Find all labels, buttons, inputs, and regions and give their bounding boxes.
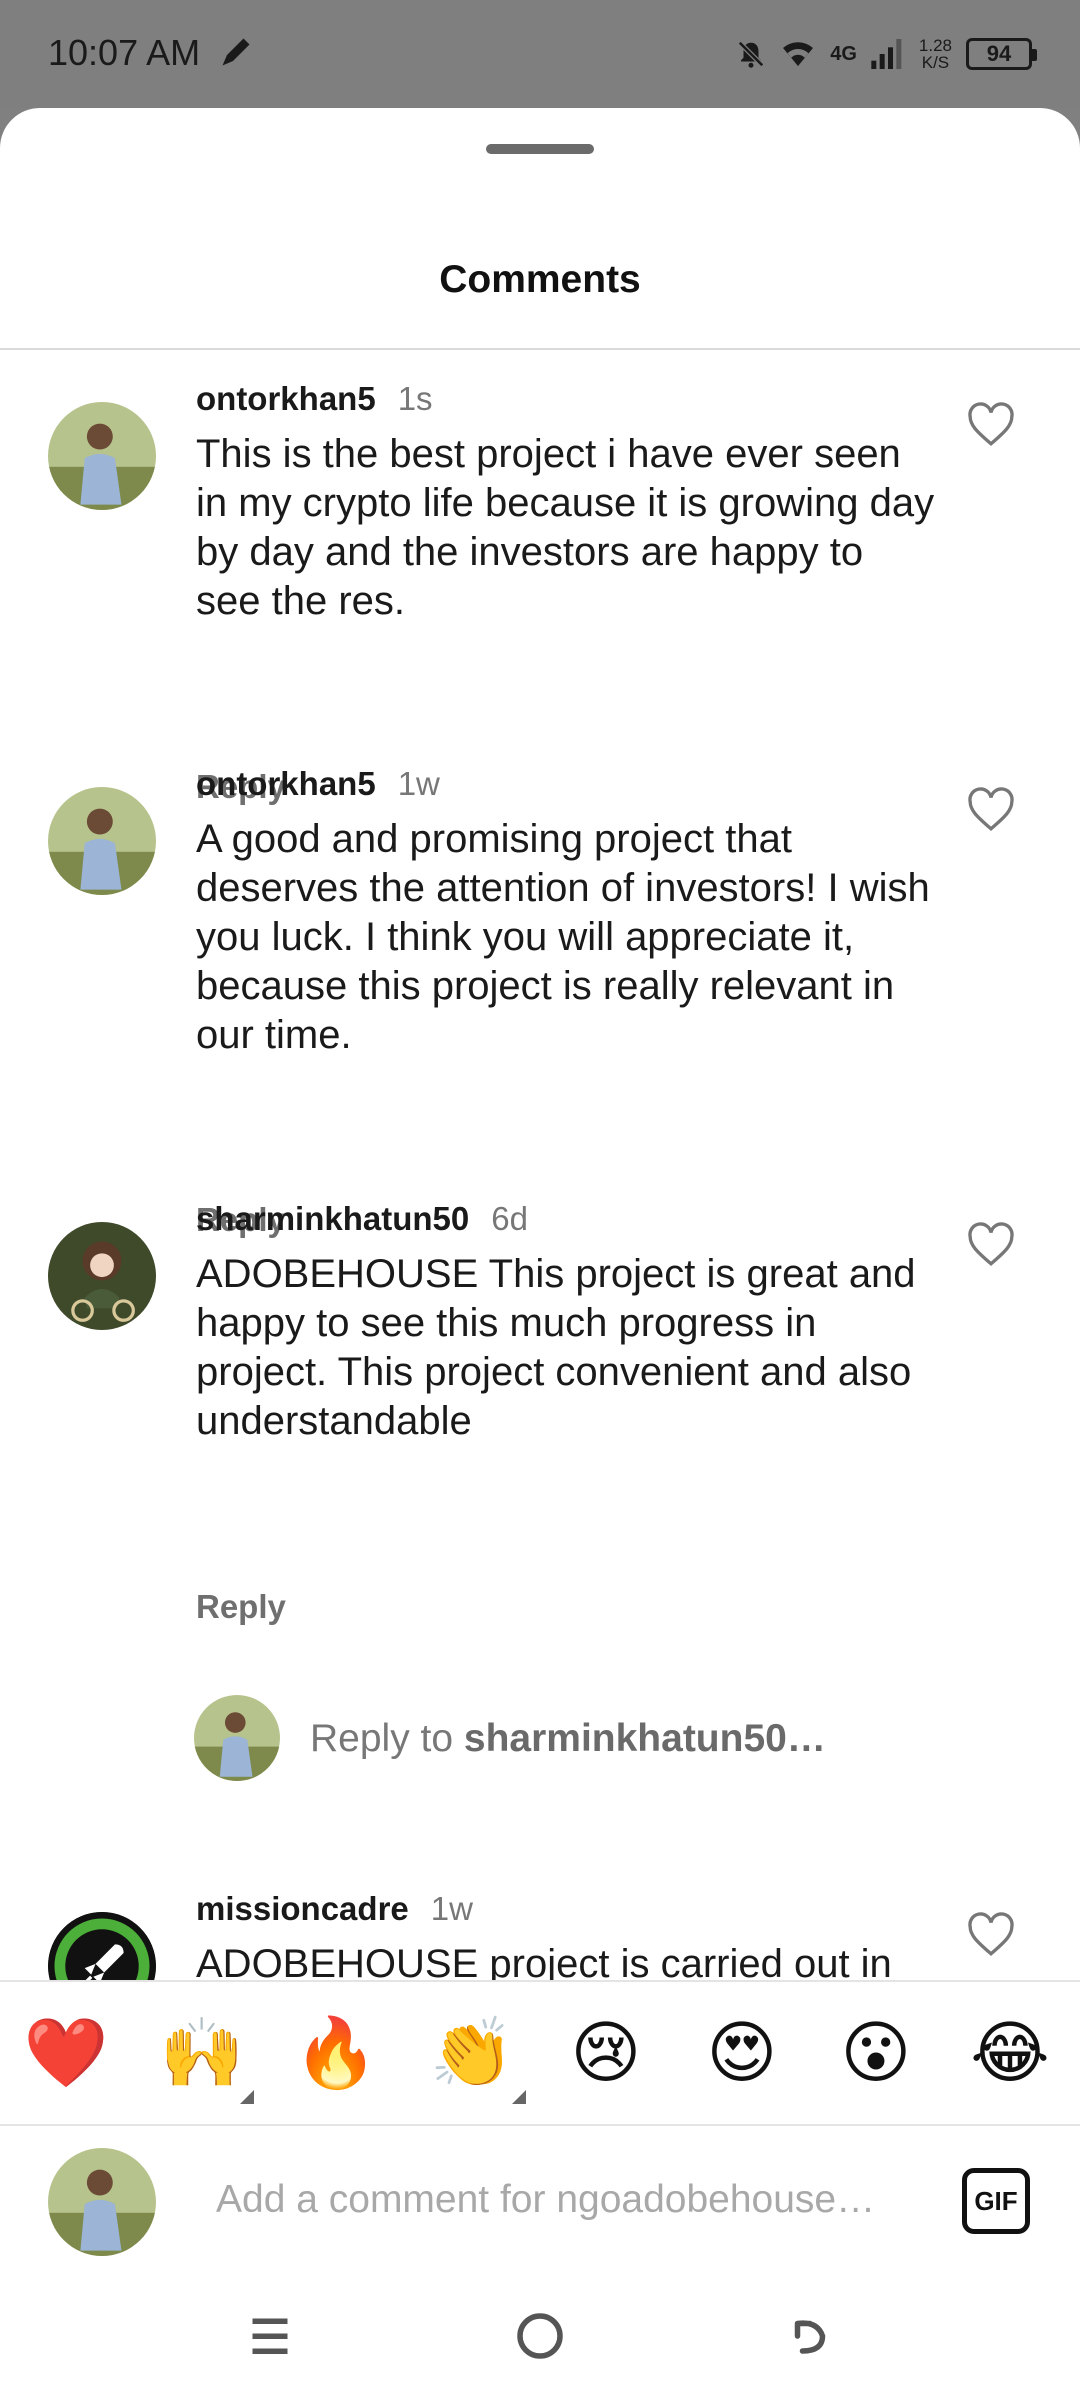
battery-level: 94 — [986, 41, 1012, 66]
emoji-surprised[interactable]: 😮 — [832, 2010, 920, 2098]
emoji-fire[interactable]: 🔥 — [292, 2010, 380, 2098]
avatar[interactable] — [48, 1222, 156, 1330]
avatar — [194, 1695, 280, 1781]
status-bar: 10:07 AM 4G 1.28 K/S 94 — [0, 0, 1080, 108]
reply-prompt[interactable]: Reply to sharminkhatun50… — [310, 1717, 826, 1761]
comment-composer: Add a comment for ngoadobehouse… GIF — [0, 2126, 1080, 2276]
wifi-icon — [783, 42, 814, 66]
comment-username[interactable]: ontorkhan5 — [196, 765, 376, 803]
comment-text: ADOBEHOUSE This project is great and hap… — [196, 1252, 916, 1443]
heart-icon[interactable] — [966, 1222, 1016, 1268]
comment-username[interactable]: ontorkhan5 — [196, 380, 376, 418]
emoji-reaction-bar: ❤️ 🙌 🔥 👏 😢 😍 😮 😂 — [0, 1980, 1080, 2126]
reply-button[interactable]: Reply — [196, 1588, 286, 1626]
signal-icon — [871, 39, 902, 69]
speed-value: 1.28 — [918, 36, 952, 55]
gif-icon[interactable]: GIF — [962, 2168, 1030, 2234]
comment-username[interactable]: missioncadre — [196, 1890, 409, 1928]
avatar-photo — [48, 787, 156, 895]
system-nav-bar — [0, 2276, 1080, 2400]
comment-time: 1s — [397, 380, 433, 417]
avatar-photo — [48, 2148, 156, 2256]
comment-header: missioncadre 1w — [196, 1890, 473, 1928]
reply-to-comment[interactable]: Reply to sharminkhatun50… — [194, 1695, 1054, 1781]
reply-prompt-target: sharminkhatun50… — [463, 1717, 826, 1760]
network-speed: 1.28 K/S — [919, 37, 952, 71]
avatar[interactable] — [48, 402, 156, 510]
pen-icon — [222, 38, 250, 66]
network-type: 4G — [830, 43, 857, 65]
heart-icon[interactable] — [966, 787, 1016, 833]
emoji-raised-hands[interactable]: 🙌 — [158, 2010, 246, 2098]
emoji-crying[interactable]: 😢 — [562, 2010, 650, 2098]
skin-tone-indicator — [240, 2090, 254, 2104]
emoji-laughing[interactable]: 😂 — [966, 2010, 1054, 2098]
reply-prompt-prefix: Reply to — [310, 1717, 464, 1760]
back-icon[interactable] — [780, 2306, 840, 2366]
emoji-heart-eyes[interactable]: 😍 — [698, 2010, 786, 2098]
speed-unit: K/S — [921, 53, 950, 72]
comment-input[interactable]: Add a comment for ngoadobehouse… — [216, 2178, 875, 2222]
comment-time: 1w — [430, 1890, 473, 1927]
avatar-photo — [48, 402, 156, 510]
comment-username[interactable]: sharminkhatun50 — [196, 1200, 469, 1238]
comment-time: 6d — [491, 1200, 528, 1237]
sheet-drag-handle[interactable] — [486, 144, 594, 154]
heart-icon[interactable] — [966, 1912, 1016, 1958]
avatar — [48, 2148, 156, 2256]
avatar[interactable] — [48, 787, 156, 895]
comment-text: A good and promising project that deserv… — [196, 817, 930, 1057]
comment-text: ADOBEHOUSE project is carried out in an … — [196, 1942, 892, 1980]
battery-indicator: 94 — [966, 38, 1037, 70]
mute-notification-icon — [738, 40, 765, 68]
status-icons: 4G 1.28 K/S 94 — [736, 32, 1037, 76]
heart-icon[interactable] — [966, 402, 1016, 448]
emoji-heart[interactable]: ❤️ — [22, 2010, 110, 2098]
status-time: 10:07 AM — [48, 32, 201, 73]
avatar-photo — [48, 1222, 156, 1330]
home-circle-icon[interactable] — [510, 2306, 570, 2366]
menu-icon[interactable] — [240, 2306, 300, 2366]
comment-header: sharminkhatun50 6d — [196, 1200, 528, 1238]
avatar[interactable] — [48, 1912, 156, 1980]
avatar-photo — [48, 1912, 156, 1980]
comment-time: 1w — [397, 765, 440, 802]
comment-header: ontorkhan5 1w — [196, 765, 440, 803]
emoji-clapping[interactable]: 👏 — [428, 2010, 516, 2098]
sheet-title: Comments — [439, 258, 641, 301]
skin-tone-indicator — [512, 2090, 526, 2104]
comment-text: This is the best project i have ever see… — [196, 432, 935, 623]
avatar-photo — [194, 1695, 280, 1781]
comments-list[interactable]: ontorkhan5 1s This is the best project i… — [0, 350, 1080, 1980]
comment-header: ontorkhan5 1s — [196, 380, 433, 418]
